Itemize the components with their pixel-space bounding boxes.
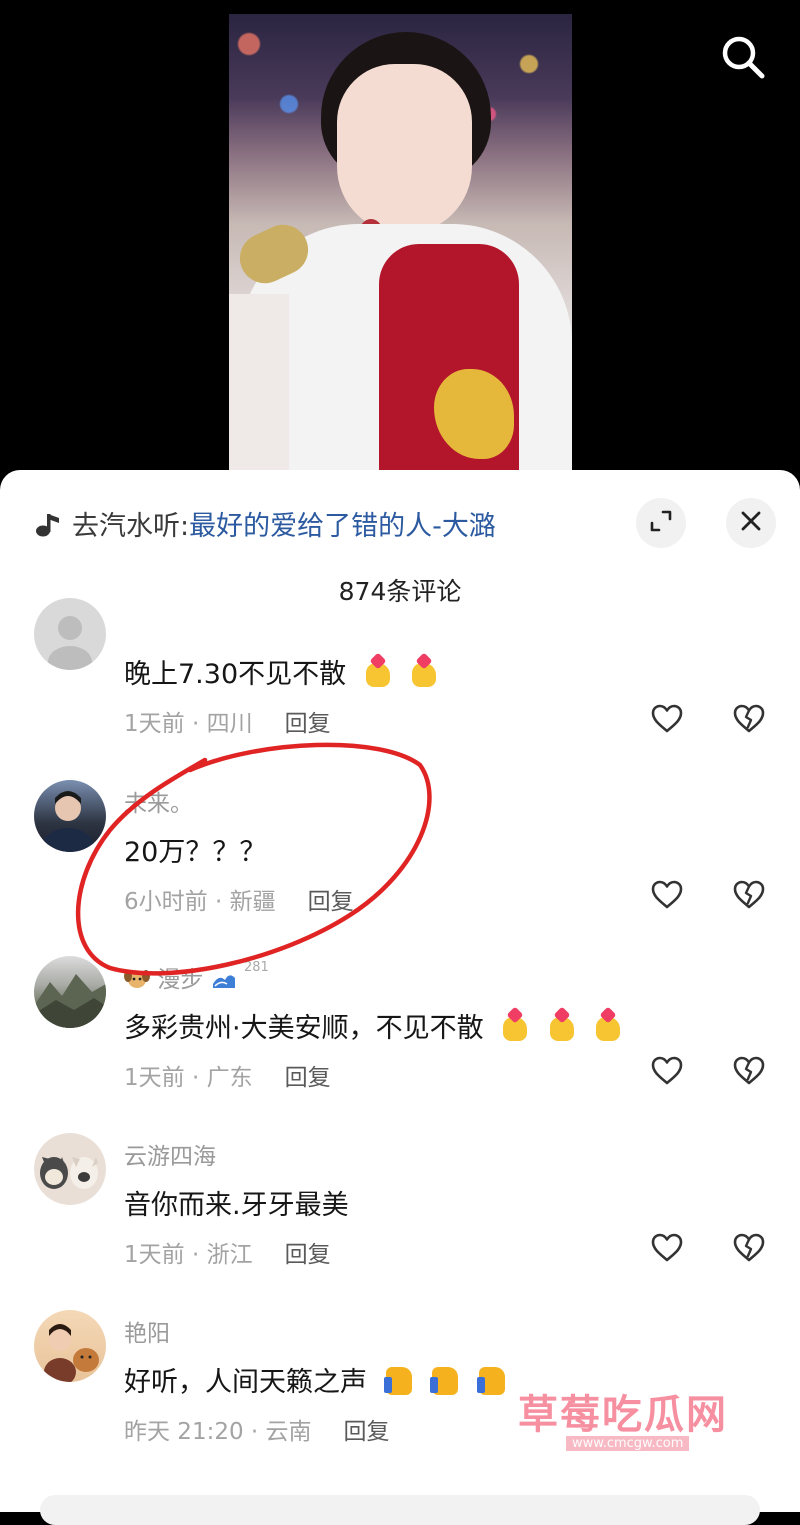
comment-meta: 6小时前 · 新疆 回复 xyxy=(124,889,354,915)
music-title[interactable]: 最好的爱给了错的人-大潞 xyxy=(189,504,496,543)
close-button[interactable] xyxy=(726,498,776,548)
comment-time: 6小时前 xyxy=(124,889,208,915)
finger-heart-icon xyxy=(363,652,393,689)
comment-time: 1天前 xyxy=(124,1065,185,1091)
user-badge: 281 xyxy=(243,960,269,975)
comment-location: 广东 xyxy=(206,1065,253,1091)
comment-username[interactable]: 云游四海 xyxy=(124,1137,216,1171)
avatar[interactable] xyxy=(34,780,106,852)
finger-heart-icon xyxy=(409,652,439,689)
reply-button[interactable]: 回复 xyxy=(285,711,331,737)
watermark-url: www.cmcgw.com xyxy=(566,1436,690,1451)
watermark-text: 草莓吃瓜网 xyxy=(518,1392,728,1438)
username-text: 漫步 xyxy=(157,967,204,993)
broken-heart-icon[interactable] xyxy=(732,1231,766,1265)
broken-heart-icon[interactable] xyxy=(732,878,766,912)
comment-meta: 1天前 · 浙江 回复 xyxy=(124,1242,331,1268)
comment-input-bar[interactable] xyxy=(40,1495,760,1525)
comment-text: 多彩贵州·大美安顺，不见不散 xyxy=(124,1006,623,1045)
comment-location: 浙江 xyxy=(206,1242,253,1268)
comment-text-content: 音你而来.牙牙最美 xyxy=(124,1190,349,1221)
comment-time: 昨天 21:20 xyxy=(124,1419,244,1445)
thumbs-up-icon xyxy=(383,1363,414,1397)
comment-count: 874条评论 xyxy=(338,577,462,606)
comment-time: 1天前 xyxy=(124,711,185,737)
comment-text-content: 晚上7.30不见不散 xyxy=(124,659,347,690)
music-link[interactable]: 去汽水听: 最好的爱给了错的人-大潞 xyxy=(34,504,496,543)
comment-meta: 1天前 · 广东 回复 xyxy=(124,1065,331,1091)
comment-location: 新疆 xyxy=(229,889,276,915)
avatar[interactable] xyxy=(34,598,106,670)
heart-outline-icon[interactable] xyxy=(650,878,684,912)
music-note-icon xyxy=(34,510,62,538)
broken-heart-icon[interactable] xyxy=(732,1054,766,1088)
heart-outline-icon[interactable] xyxy=(650,1054,684,1088)
comment-username[interactable]: 艳阳 xyxy=(124,1314,170,1348)
video-frame[interactable] xyxy=(229,14,572,480)
comment-location: 四川 xyxy=(206,711,253,737)
reply-button[interactable]: 回复 xyxy=(285,1065,331,1091)
finger-heart-icon xyxy=(500,1006,530,1043)
heart-outline-icon[interactable] xyxy=(650,1231,684,1265)
dog-emoji-icon xyxy=(124,967,157,993)
comment-text-content: 20万？？？ xyxy=(124,837,267,868)
comments-panel: 去汽水听: 最好的爱给了错的人-大潞 874条评论 晚上7.30不见不散 1天前… xyxy=(0,470,800,1512)
singer-arm xyxy=(229,294,289,474)
reply-button[interactable]: 回复 xyxy=(344,1419,390,1445)
finger-heart-icon xyxy=(547,1006,577,1043)
reply-button[interactable]: 回复 xyxy=(285,1242,331,1268)
wave-emoji-icon xyxy=(211,967,244,993)
comment-text-content: 多彩贵州·大美安顺，不见不散 xyxy=(124,1013,484,1044)
watermark: 草莓吃瓜网 www.cmcgw.com xyxy=(500,1380,800,1460)
comment-meta: 1天前 · 四川 回复 xyxy=(124,711,331,737)
reply-button[interactable]: 回复 xyxy=(308,889,354,915)
comment-text-content: 好听，人间天籁之声 xyxy=(124,1367,367,1398)
comment-meta: 昨天 21:20 · 云南 回复 xyxy=(124,1419,390,1445)
comment-username[interactable]: 未来。 xyxy=(124,784,193,818)
finger-heart-icon xyxy=(593,1006,623,1043)
music-prefix: 去汽水听: xyxy=(72,511,190,542)
comment-text: 20万？？？ xyxy=(124,830,266,869)
comment-text: 音你而来.牙牙最美 xyxy=(124,1183,349,1222)
expand-button[interactable] xyxy=(636,498,686,548)
video-area[interactable] xyxy=(0,0,800,480)
heart-outline-icon[interactable] xyxy=(650,702,684,736)
search-icon[interactable] xyxy=(718,32,768,82)
avatar[interactable] xyxy=(34,1133,106,1205)
singer-face xyxy=(337,64,472,234)
comment-text: 晚上7.30不见不散 xyxy=(124,652,439,691)
close-icon xyxy=(740,510,762,536)
comment-location: 云南 xyxy=(265,1419,312,1445)
thumbs-up-icon xyxy=(430,1363,460,1397)
comment-username[interactable]: 漫步 281 xyxy=(124,960,269,994)
comment-time: 1天前 xyxy=(124,1242,185,1268)
avatar[interactable] xyxy=(34,956,106,1028)
avatar[interactable] xyxy=(34,1310,106,1382)
expand-icon xyxy=(649,509,673,537)
broken-heart-icon[interactable] xyxy=(732,702,766,736)
comment-text: 好听，人间天籁之声 xyxy=(124,1360,507,1399)
